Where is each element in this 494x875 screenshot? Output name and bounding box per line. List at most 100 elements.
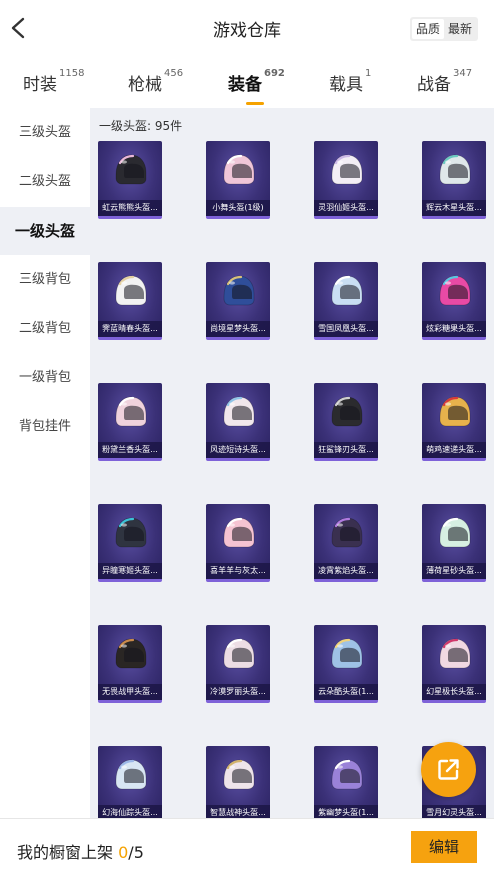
item-card[interactable]: 薄荷星砂头盔...: [422, 504, 486, 582]
helmet-icon: [223, 517, 255, 548]
share-external-icon: [438, 759, 459, 780]
category-tabs: 时装1158 枪械456 装备692 载具1 战备347: [0, 62, 494, 105]
tab-label: 载具: [329, 75, 363, 95]
item-name: 狂鲨锋刃头盔...: [314, 442, 378, 458]
item-name: 灵羽仙姬头盔...: [314, 200, 378, 216]
tab-label: 时装: [23, 75, 57, 95]
item-name: 萌鸡速递头盔...: [422, 442, 486, 458]
item-card[interactable]: 幻海仙踪头盔...: [98, 746, 162, 818]
item-name: 无畏战甲头盔...: [98, 684, 162, 700]
item-name: 幻星极长头盔...: [422, 684, 486, 700]
item-card[interactable]: 萌鸡速递头盔...: [422, 383, 486, 461]
tab-label: 装备: [228, 75, 262, 95]
item-count-label: 一级头盔: 95件: [99, 119, 183, 133]
item-card[interactable]: 风迹短诗头盔...: [206, 383, 270, 461]
helmet-icon: [331, 638, 363, 669]
item-name: 粉黛兰香头盔...: [98, 442, 162, 458]
tab-count: 1158: [59, 68, 85, 79]
helmet-icon: [223, 638, 255, 669]
item-name: 冷漠罗丽头盔...: [206, 684, 270, 700]
sidebar-item-level3-helmet[interactable]: 三级头盔: [0, 109, 90, 157]
item-name: 雪国凤凰头盔...: [314, 321, 378, 337]
warehouse-page: 游戏仓库 品质 最新 时装1158 枪械456 装备692 载具1 战备347 …: [0, 0, 494, 875]
helmet-icon: [223, 275, 255, 306]
item-name: 幻海仙踪头盔...: [98, 805, 162, 818]
helmet-icon: [331, 517, 363, 548]
item-card[interactable]: 虹云熊熊头盔...: [98, 141, 162, 219]
helmet-icon: [115, 638, 147, 669]
item-card[interactable]: 幻星极长头盔...: [422, 625, 486, 703]
item-card[interactable]: 云朵酷头盔(1...: [314, 625, 378, 703]
item-name: 薄荷星砂头盔...: [422, 563, 486, 579]
item-name: 云朵酷头盔(1...: [314, 684, 378, 700]
item-card[interactable]: 炫彩糖果头盔...: [422, 262, 486, 340]
item-card[interactable]: 无畏战甲头盔...: [98, 625, 162, 703]
item-card[interactable]: 异瞳寒姬头盔...: [98, 504, 162, 582]
helmet-icon: [439, 638, 471, 669]
item-card[interactable]: 灵羽仙姬头盔...: [314, 141, 378, 219]
sidebar: 三级头盔 二级头盔 一级头盔 三级背包 二级背包 一级背包 背包挂件: [0, 108, 90, 818]
tab-equipment[interactable]: 装备692: [228, 68, 285, 105]
sidebar-item-level2-helmet[interactable]: 二级头盔: [0, 158, 90, 206]
item-name: 凌霄紫焰头盔...: [314, 563, 378, 579]
item-card[interactable]: 冷漠罗丽头盔...: [206, 625, 270, 703]
item-card[interactable]: 辉云木星头盔...: [422, 141, 486, 219]
edit-button[interactable]: 编辑: [411, 831, 477, 863]
item-name: 紫幽梦头盔(1...: [314, 805, 378, 818]
item-card[interactable]: 雪国凤凰头盔...: [314, 262, 378, 340]
item-name: 辉云木星头盔...: [422, 200, 486, 216]
helmet-icon: [115, 275, 147, 306]
item-card[interactable]: 小舞头盔(1级): [206, 141, 270, 219]
helmet-icon: [223, 759, 255, 790]
item-card[interactable]: 紫幽梦头盔(1...: [314, 746, 378, 818]
helmet-icon: [223, 154, 255, 185]
sidebar-item-backpack-charm[interactable]: 背包挂件: [0, 403, 90, 451]
helmet-icon: [439, 396, 471, 427]
item-name: 异瞳寒姬头盔...: [98, 563, 162, 579]
item-card[interactable]: 凌霄紫焰头盔...: [314, 504, 378, 582]
item-card[interactable]: 粉黛兰香头盔...: [98, 383, 162, 461]
sort-quality-button[interactable]: 品质: [411, 19, 444, 39]
tab-weapons[interactable]: 枪械456: [128, 68, 183, 95]
item-name: 智慧战神头盔...: [206, 805, 270, 818]
item-name: 炫彩糖果头盔...: [422, 321, 486, 337]
tab-supplies[interactable]: 战备347: [417, 68, 473, 95]
item-name: 雪月幻灵头盔...: [422, 805, 486, 818]
sort-newest-button[interactable]: 最新: [444, 19, 476, 39]
sidebar-item-level1-backpack[interactable]: 一级背包: [0, 354, 90, 402]
helmet-icon: [223, 396, 255, 427]
tab-vehicles[interactable]: 载具1: [329, 68, 372, 95]
item-card[interactable]: 智慧战神头盔...: [206, 746, 270, 818]
sidebar-item-level2-backpack[interactable]: 二级背包: [0, 305, 90, 353]
share-button[interactable]: [421, 742, 476, 797]
item-card[interactable]: 喜羊羊与灰太...: [206, 504, 270, 582]
item-panel: 一级头盔: 95件 虹云熊熊头盔... 小舞头盔(1级) 灵羽仙姬头盔... 辉云木星…: [90, 108, 494, 818]
showcase-status: 我的橱窗上架 0/5: [17, 839, 144, 863]
sort-toggle: 品质 最新: [409, 17, 478, 41]
showcase-total-count: /5: [128, 843, 144, 862]
helmet-icon: [439, 517, 471, 548]
tab-count: 347: [453, 68, 473, 79]
helmet-icon: [331, 396, 363, 427]
helmet-icon: [115, 396, 147, 427]
tab-label: 战备: [417, 75, 451, 95]
item-card[interactable]: 尚境星梦头盔...: [206, 262, 270, 340]
helmet-icon: [331, 275, 363, 306]
header: 游戏仓库 品质 最新: [0, 0, 494, 58]
tab-count: 692: [264, 68, 285, 79]
tab-count: 1: [365, 68, 372, 79]
item-name: 喜羊羊与灰太...: [206, 563, 270, 579]
tab-fashion[interactable]: 时装1158: [23, 68, 85, 95]
item-name: 虹云熊熊头盔...: [98, 200, 162, 216]
sidebar-item-level1-helmet[interactable]: 一级头盔: [0, 207, 90, 255]
helmet-icon: [115, 517, 147, 548]
item-name: 尚境星梦头盔...: [206, 321, 270, 337]
tab-label: 枪械: [128, 75, 162, 95]
item-card[interactable]: 狂鲨锋刃头盔...: [314, 383, 378, 461]
bottom-bar: 我的橱窗上架 0/5 编辑: [0, 818, 494, 875]
showcase-label: 我的橱窗上架: [17, 843, 114, 862]
item-card[interactable]: 霁蓝晴春头盔...: [98, 262, 162, 340]
sidebar-item-level3-backpack[interactable]: 三级背包: [0, 256, 90, 304]
helmet-icon: [439, 154, 471, 185]
item-name: 风迹短诗头盔...: [206, 442, 270, 458]
